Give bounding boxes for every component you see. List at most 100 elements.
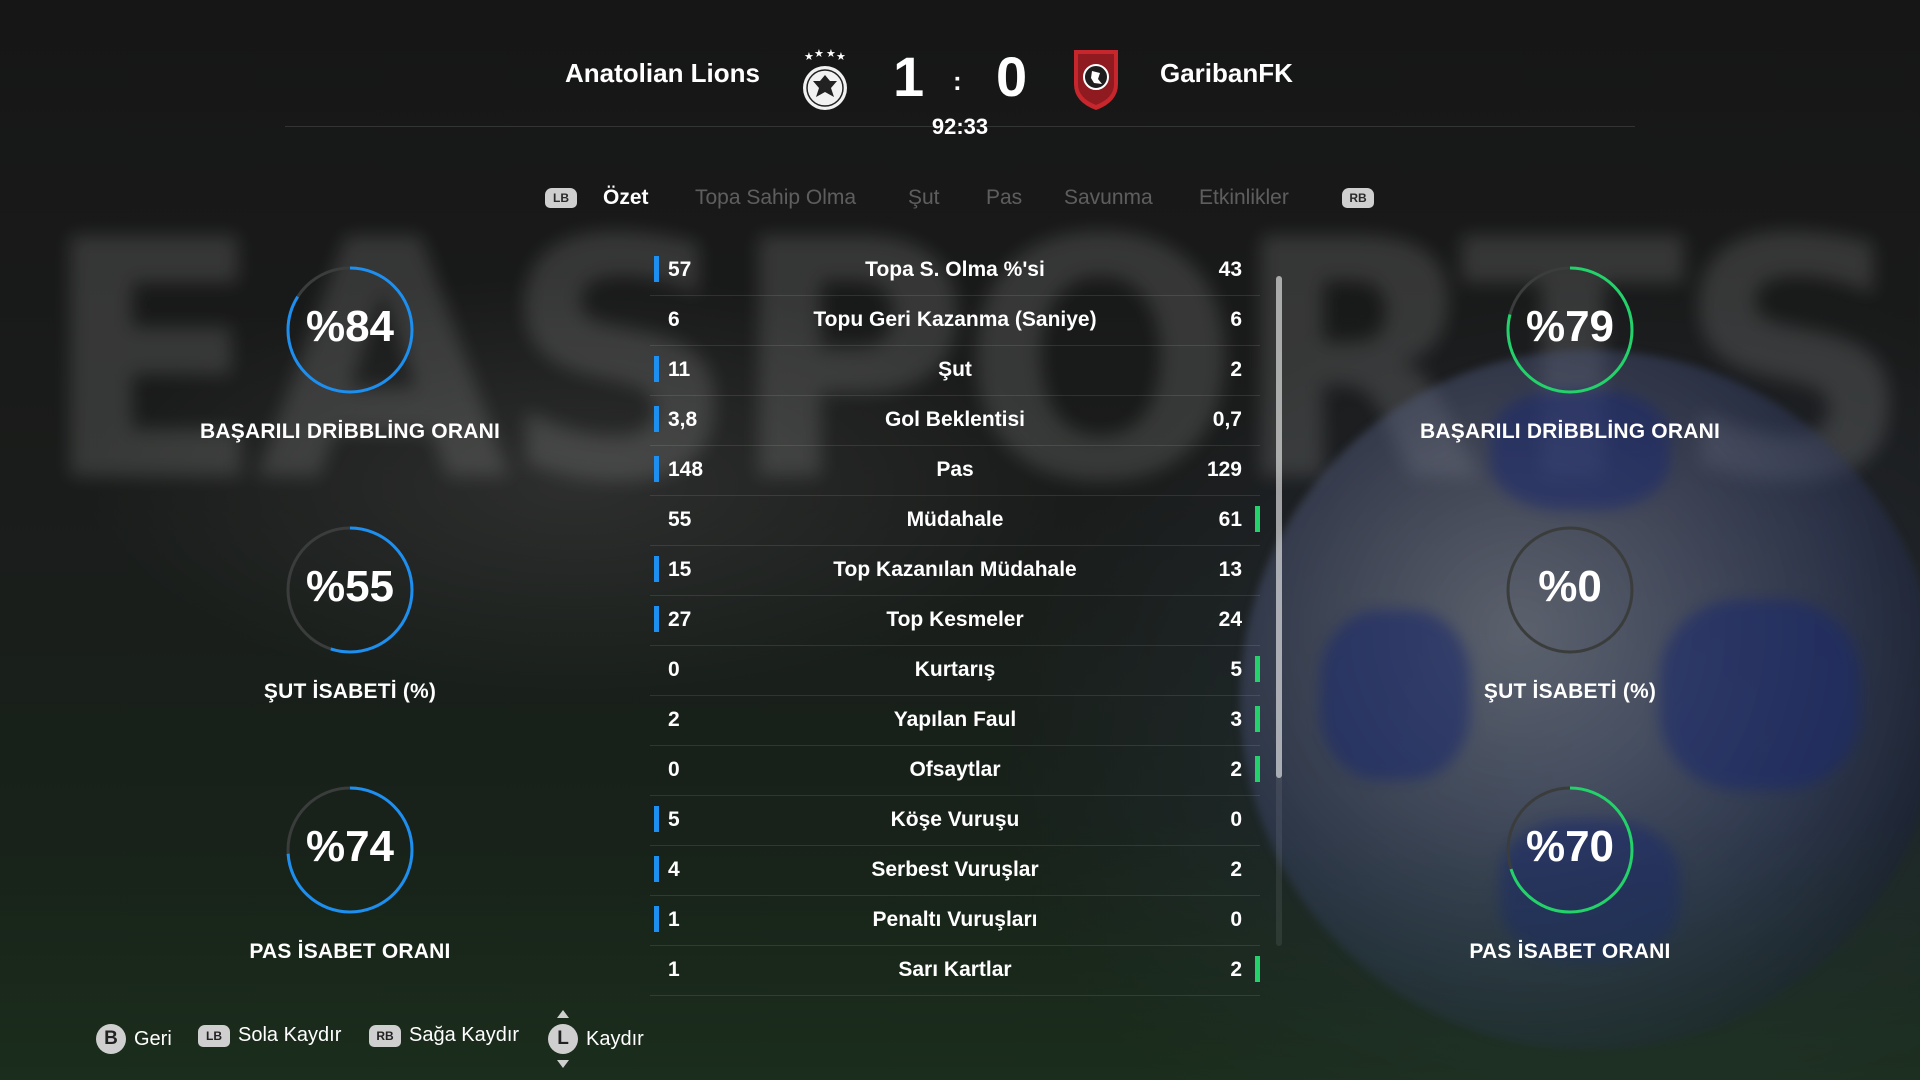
stat-label: Top Kazanılan Müdahale <box>833 558 1077 581</box>
stat-label: Şut <box>938 358 972 381</box>
stat-label: Topa S. Olma %'si <box>865 258 1045 281</box>
away-score: 0 <box>996 45 1028 108</box>
b-button-icon: B <box>96 1024 126 1054</box>
match-stats-table[interactable]: 57 Topa S. Olma %'si 43 6 Topu Geri Kazanma … <box>650 246 1260 996</box>
tab-events[interactable]: Etkinlikler <box>1199 186 1289 210</box>
away-value: 5 <box>1230 658 1242 681</box>
home-team-name: Anatolian Lions <box>565 58 760 88</box>
away-shot-accuracy-stat: %0 ŞUT İSABETİ (%) <box>1390 510 1750 704</box>
home-pass-accuracy-stat: %74 PAS İSABET ORANI <box>170 770 530 964</box>
match-clock: 92:33 <box>931 114 989 139</box>
tab-possession[interactable]: Topa Sahip Olma <box>695 186 856 210</box>
away-value: 61 <box>1218 508 1242 531</box>
tab-passing[interactable]: Pas <box>986 186 1022 210</box>
scroll-hint[interactable]: L Kaydır <box>548 1010 644 1068</box>
tab-defending[interactable]: Savunma <box>1064 186 1153 210</box>
rb-button-icon: RB <box>369 1024 401 1047</box>
away-value: 2 <box>1230 958 1242 981</box>
back-hint[interactable]: B Geri <box>96 1024 172 1054</box>
header-divider <box>285 126 1635 127</box>
progress-ring: %79 <box>1490 250 1650 410</box>
away-pass-accuracy-stat: %70 PAS İSABET ORANI <box>1390 770 1750 964</box>
circle-label: PAS İSABET ORANI <box>1469 940 1671 963</box>
progress-ring: %74 <box>270 770 430 930</box>
stat-row: 1 Penaltı Vuruşları 0 <box>650 896 1260 946</box>
stats-tab-bar: LB Özet Topa Sahip Olma Şut Pas Savunma … <box>0 182 1920 218</box>
away-value: 129 <box>1206 458 1242 481</box>
stat-row: 4 Serbest Vuruşlar 2 <box>650 846 1260 896</box>
svg-text:★: ★ <box>804 50 814 63</box>
away-value: 0,7 <box>1212 408 1242 431</box>
circle-label: BAŞARILI DRİBBLİNG ORANI <box>1420 420 1720 443</box>
ring-value: %79 <box>1525 302 1615 351</box>
away-value: 43 <box>1218 258 1242 281</box>
home-shot-accuracy-stat: %55 ŞUT İSABETİ (%) <box>170 510 530 704</box>
stat-row: 5 Köşe Vuruşu 0 <box>650 796 1260 846</box>
stat-label: Kurtarış <box>914 658 996 681</box>
stat-label: Penaltı Vuruşları <box>872 908 1038 931</box>
scroll-right-hint[interactable]: RB Sağa Kaydır <box>369 1024 519 1047</box>
stat-row: 2 Yapılan Faul 3 <box>650 696 1260 746</box>
home-score: 1 <box>893 45 925 108</box>
stat-label: Yapılan Faul <box>893 708 1017 731</box>
ring-value: %55 <box>305 562 395 611</box>
stat-label: Serbest Vuruşlar <box>871 858 1039 881</box>
stat-row: 27 Top Kesmeler 24 <box>650 596 1260 646</box>
stat-row: 57 Topa S. Olma %'si 43 <box>650 246 1260 296</box>
away-value: 3 <box>1230 708 1242 731</box>
stat-label: Topu Geri Kazanma (Saniye) <box>813 308 1097 331</box>
stat-label: Gol Beklentisi <box>884 408 1026 431</box>
circle-label: ŞUT İSABETİ (%) <box>263 680 437 703</box>
stat-label: Müdahale <box>906 508 1004 531</box>
away-value: 13 <box>1218 558 1242 581</box>
away-dribble-success-stat: %79 BAŞARILI DRİBBLİNG ORANI <box>1390 250 1750 444</box>
stat-row: 0 Ofsaytlar 2 <box>650 746 1260 796</box>
ring-value: %70 <box>1525 822 1615 871</box>
progress-ring: %70 <box>1490 770 1650 930</box>
away-value: 0 <box>1230 908 1242 931</box>
stat-label: Ofsaytlar <box>909 758 1001 781</box>
away-value: 2 <box>1230 758 1242 781</box>
score-separator: : <box>953 66 962 96</box>
away-team-name: GaribanFK <box>1160 58 1293 88</box>
away-value: 0 <box>1230 808 1242 831</box>
stat-label: Sarı Kartlar <box>898 958 1012 981</box>
away-value: 6 <box>1230 308 1242 331</box>
tab-shooting[interactable]: Şut <box>908 186 940 210</box>
away-value: 2 <box>1230 358 1242 381</box>
away-value: 2 <box>1230 858 1242 881</box>
scroll-left-label: Sola Kaydır <box>238 1024 342 1046</box>
circle-label: PAS İSABET ORANI <box>249 940 451 963</box>
svg-text:★: ★ <box>826 48 836 60</box>
left-stick-icon: L <box>548 1010 578 1068</box>
scroll-left-hint[interactable]: LB Sola Kaydır <box>198 1024 341 1047</box>
away-team-crest-icon <box>1068 44 1124 114</box>
stat-row: 0 Kurtarış 5 <box>650 646 1260 696</box>
match-header: Anatolian Lions ★ ★ ★ ★ 1 : 0 GaribanFK … <box>0 0 1920 140</box>
stat-row: 55 Müdahale 61 <box>650 496 1260 546</box>
stat-row: 3,8 Gol Beklentisi 0,7 <box>650 396 1260 446</box>
circle-label: ŞUT İSABETİ (%) <box>1483 680 1657 703</box>
ring-value: %0 <box>1538 562 1602 611</box>
stat-row: 6 Topu Geri Kazanma (Saniye) 6 <box>650 296 1260 346</box>
svg-text:★: ★ <box>836 50 846 63</box>
scroll-right-label: Sağa Kaydır <box>409 1024 520 1046</box>
svg-text:★: ★ <box>814 48 824 60</box>
stat-row: 15 Top Kazanılan Müdahale 13 <box>650 546 1260 596</box>
tab-summary[interactable]: Özet <box>603 186 649 210</box>
progress-ring: %55 <box>270 510 430 670</box>
stat-row: 1 Sarı Kartlar 2 <box>650 946 1260 996</box>
lb-button-icon: LB <box>198 1024 230 1047</box>
rb-bumper-icon[interactable]: RB <box>1342 188 1374 208</box>
stat-row: 148 Pas 129 <box>650 446 1260 496</box>
home-team-crest-icon: ★ ★ ★ ★ <box>797 47 853 112</box>
away-value: 24 <box>1218 608 1242 631</box>
ring-value: %84 <box>305 302 395 351</box>
home-dribble-success-stat: %84 BAŞARILI DRİBBLİNG ORANI <box>170 250 530 444</box>
ring-value: %74 <box>305 822 395 871</box>
lb-bumper-icon[interactable]: LB <box>545 188 577 208</box>
progress-ring: %84 <box>270 250 430 410</box>
back-label: Geri <box>134 1027 172 1050</box>
progress-ring: %0 <box>1490 510 1650 670</box>
stats-scrollbar-thumb[interactable] <box>1276 276 1282 778</box>
